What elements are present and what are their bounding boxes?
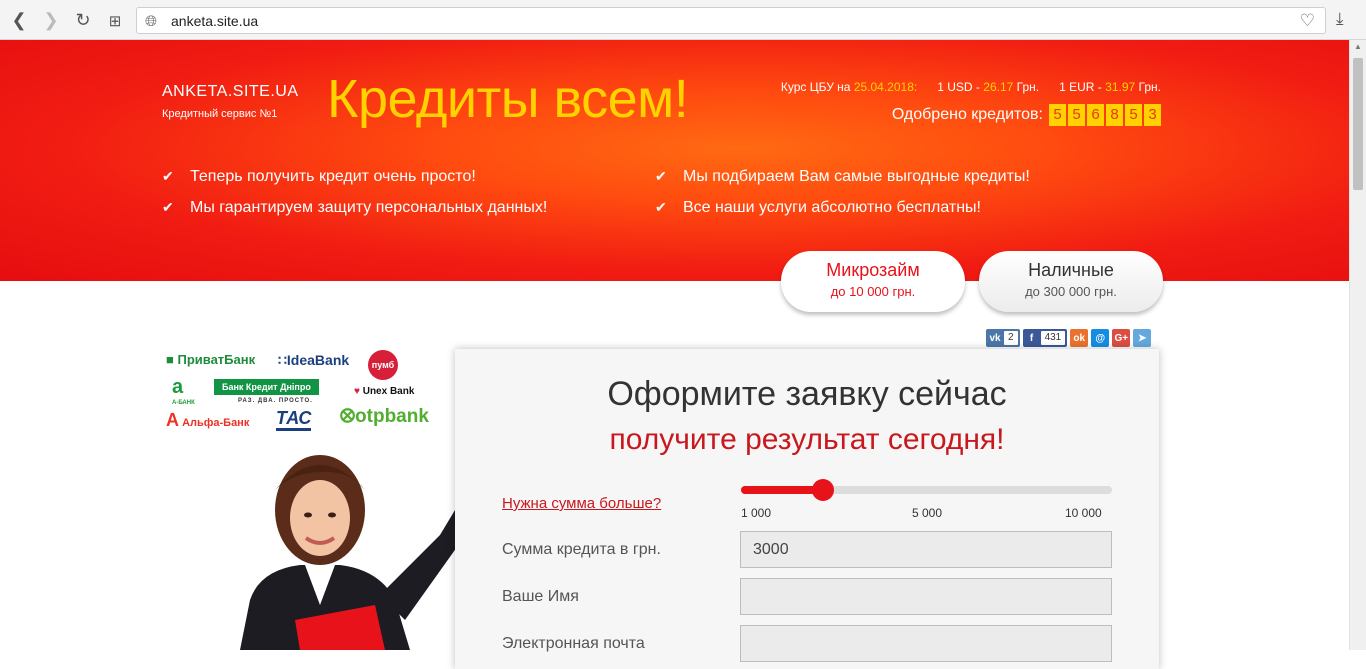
tab-cash[interactable]: Наличные до 300 000 грн. xyxy=(979,251,1163,312)
tab-microloan[interactable]: Микрозайм до 10 000 грн. xyxy=(781,251,965,312)
slider-tick-max: 10 000 xyxy=(1065,506,1102,520)
checkmark-icon: ✔ xyxy=(162,199,174,215)
feature-text: Теперь получить кредит очень просто! xyxy=(190,167,476,185)
feature-text: Все наши услуги абсолютно бесплатны! xyxy=(683,198,981,216)
a-bank-logo: а xyxy=(172,376,184,398)
checkmark-icon: ✔ xyxy=(655,168,667,184)
site-name[interactable]: ANKETA.SITE.UA xyxy=(162,83,299,101)
browser-toolbar: ❮ ❯ ↻ ⊞ 🌐︎ anketa.site.ua ♡ ⤓ xyxy=(0,0,1366,40)
counter-digit: 6 xyxy=(1087,104,1104,126)
reload-icon[interactable]: ↻ xyxy=(72,10,94,31)
scrollbar-thumb[interactable] xyxy=(1353,58,1363,190)
form-subtitle: получите результат сегодня! xyxy=(609,423,1005,456)
privatbank-logo: ■ ПриватБанк xyxy=(166,352,256,367)
slider-fill xyxy=(741,486,823,494)
feature-item: ✔ Мы подбираем Вам самые выгодные кредит… xyxy=(655,161,1030,192)
counter-digit: 8 xyxy=(1106,104,1123,126)
site-tagline: Кредитный сервис №1 xyxy=(162,108,278,120)
forward-icon[interactable]: ❯ xyxy=(40,10,62,31)
unexbank-logo: ♥ Unex Bank xyxy=(354,386,415,397)
telegram-share-button[interactable]: ➤ xyxy=(1133,329,1152,347)
share-buttons: vk 2 f 431 ok @ G+ ➤ xyxy=(986,329,1152,347)
counter-digit: 5 xyxy=(1068,104,1085,126)
vk-icon: vk xyxy=(989,332,1001,344)
tas-logo: ТАС xyxy=(276,408,312,431)
counter-digit: 5 xyxy=(1125,104,1142,126)
email-input[interactable] xyxy=(740,625,1112,662)
amount-input[interactable] xyxy=(740,531,1112,568)
pumb-logo: пумб xyxy=(368,350,398,380)
checkmark-icon: ✔ xyxy=(162,168,174,184)
form-title: Оформите заявку сейчас xyxy=(607,375,1007,413)
alfabank-logo: A Альфа-Банк xyxy=(166,410,250,430)
rates-prefix: Курс ЦБУ на xyxy=(780,80,851,94)
download-icon[interactable]: ⤓ xyxy=(1336,9,1344,29)
feature-text: Мы подбираем Вам самые выгодные кредиты! xyxy=(683,167,1030,185)
eur-label: 1 EUR - xyxy=(1059,80,1102,94)
usd-currency: Грн. xyxy=(1016,80,1040,94)
vk-share-button[interactable]: vk 2 xyxy=(986,329,1020,347)
usd-value: 26.17 xyxy=(983,80,1014,94)
kredit-dnipro-logo: Банк Кредит Дніпро xyxy=(214,379,319,395)
name-input[interactable] xyxy=(740,578,1112,615)
feature-item: ✔ Все наши услуги абсолютно бесплатны! xyxy=(655,192,1030,223)
facebook-share-button[interactable]: f 431 xyxy=(1022,329,1068,347)
eur-value: 31.97 xyxy=(1105,80,1136,94)
address-bar[interactable]: 🌐︎ anketa.site.ua ♡ xyxy=(136,7,1326,34)
features-right: ✔ Мы подбираем Вам самые выгодные кредит… xyxy=(655,161,1030,223)
approved-label: Одобрено кредитов: xyxy=(891,106,1043,123)
tab-title: Микрозайм xyxy=(826,260,920,280)
odnoklassniki-share-button[interactable]: ok xyxy=(1070,329,1089,347)
need-more-link[interactable]: Нужна сумма больше? xyxy=(502,495,661,512)
tabs-grid-icon[interactable]: ⊞ xyxy=(104,12,126,30)
rates-date: 25.04.2018: xyxy=(853,80,918,94)
application-form: Оформите заявку сейчас получите результа… xyxy=(455,349,1159,669)
amount-slider[interactable] xyxy=(741,479,1112,501)
a-bank-label: А-БАНК xyxy=(172,400,195,406)
checkmark-icon: ✔ xyxy=(655,199,667,215)
googleplus-icon: G+ xyxy=(1114,332,1129,344)
exchange-rates: Курс ЦБУ на 25.04.2018: 1 USD - 26.17 Гр… xyxy=(781,80,1161,94)
woman-illustration xyxy=(240,452,483,650)
eur-currency: Грн. xyxy=(1138,80,1161,94)
counter-digit: 5 xyxy=(1049,104,1066,126)
features-left: ✔ Теперь получить кредит очень просто! ✔… xyxy=(162,161,547,223)
counter-digit: 3 xyxy=(1144,104,1161,126)
name-label: Ваше Имя xyxy=(502,588,579,605)
facebook-count: 431 xyxy=(1040,331,1066,345)
googleplus-share-button[interactable]: G+ xyxy=(1112,329,1131,347)
moimir-share-button[interactable]: @ xyxy=(1091,329,1110,347)
amount-label: Сумма кредита в грн. xyxy=(502,541,661,558)
slider-tick-min: 1 000 xyxy=(741,506,772,520)
bookmark-heart-icon[interactable]: ♡ xyxy=(1300,11,1315,31)
headline: Кредиты всем! xyxy=(327,69,689,129)
vk-count: 2 xyxy=(1004,331,1018,345)
tab-title: Наличные xyxy=(1028,260,1114,280)
tab-subtitle: до 300 000 грн. xyxy=(1025,284,1117,299)
usd-label: 1 USD - xyxy=(937,80,980,94)
back-icon[interactable]: ❮ xyxy=(8,10,30,31)
tab-subtitle: до 10 000 грн. xyxy=(830,284,916,299)
facebook-icon: f xyxy=(1029,332,1034,344)
feature-item: ✔ Мы гарантируем защиту персональных дан… xyxy=(162,192,547,223)
feature-text: Мы гарантируем защиту персональных данны… xyxy=(190,198,548,216)
ideabank-logo: ∷IdeaBank xyxy=(278,352,350,368)
otpbank-logo: ⭙otpbank xyxy=(340,406,429,427)
globe-icon: 🌐︎ xyxy=(145,13,158,30)
approved-counter: Одобрено кредитов: 5 5 6 8 5 3 xyxy=(892,104,1161,126)
scroll-up-icon[interactable]: ▲ xyxy=(1354,42,1362,51)
email-label: Электронная почта xyxy=(502,635,645,652)
feature-item: ✔ Теперь получить кредит очень просто! xyxy=(162,161,547,192)
slider-handle[interactable] xyxy=(812,479,834,501)
bank-logos: ■ ПриватБанк ∷IdeaBank пумб а А-БАНК Бан… xyxy=(166,348,441,434)
telegram-icon: ➤ xyxy=(1138,332,1147,344)
hero-banner: ANKETA.SITE.UA Кредитный сервис №1 Креди… xyxy=(0,40,1349,281)
scrollbar[interactable]: ▲ xyxy=(1349,40,1366,650)
slider-tick-mid: 5 000 xyxy=(912,506,943,520)
kredit-dnipro-slogan: РАЗ. ДВА. ПРОСТО. xyxy=(238,398,313,404)
moimir-icon: @ xyxy=(1095,332,1106,344)
url-text[interactable]: anketa.site.ua xyxy=(171,13,258,29)
odnoklassniki-icon: ok xyxy=(1073,332,1086,344)
